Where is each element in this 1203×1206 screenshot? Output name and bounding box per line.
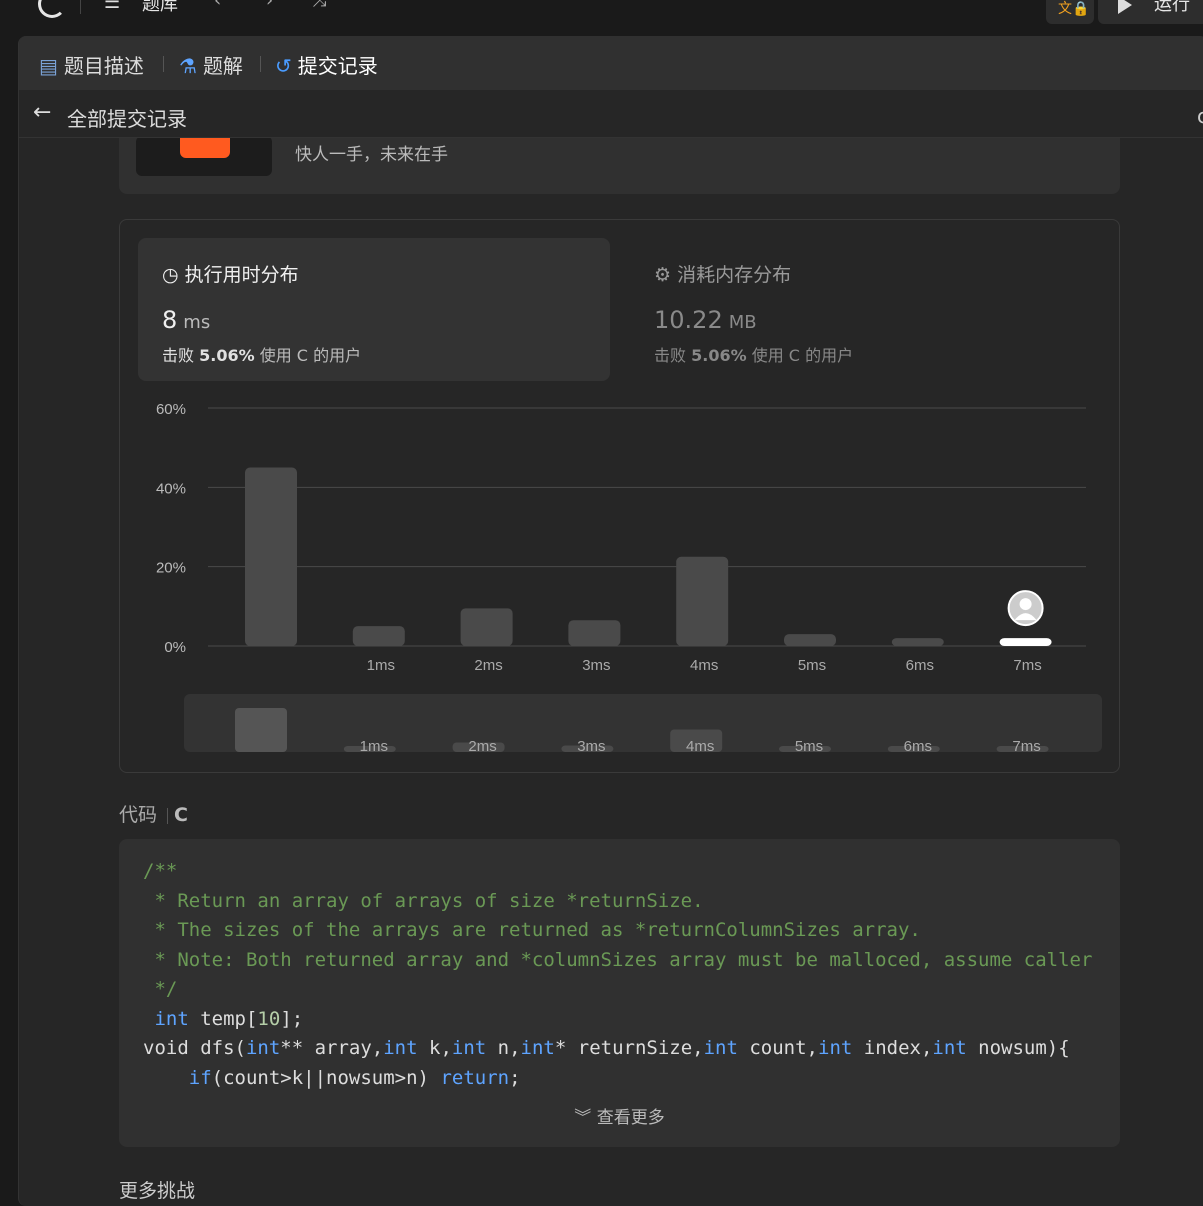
leetcode-logo-icon[interactable] — [38, 0, 66, 18]
overview-tick-label: 4ms — [686, 738, 714, 755]
bar — [568, 620, 621, 646]
tab-solutions-label: 题解 — [202, 54, 243, 78]
code-header-label: 代码 — [119, 804, 158, 826]
promo-slogan: 快人一手，未来在手 — [295, 145, 448, 165]
submissions-header: ← 全部提交记录 c — [19, 90, 1203, 138]
submission-panel: ▤题目描述 ⚗题解 ↺提交记录 ← 全部提交记录 c 快人一手，未来在手 ◷ 执… — [18, 36, 1203, 1206]
x-tick-label: 4ms — [690, 657, 718, 674]
chart-overview-strip — [184, 694, 1102, 752]
x-tick-label: 3ms — [582, 657, 610, 674]
run-button-label: 运行 — [1154, 0, 1190, 15]
show-more-button[interactable]: ︾ 查看更多 — [119, 1103, 1120, 1128]
play-icon — [1118, 0, 1132, 14]
runtime-distribution-chart: 0% 20% 40% 60% 1ms 2ms 3ms 4ms 5ms 6ms 7ms 1ms 2ms 3m… — [156, 401, 1102, 755]
tab-description-label: 题目描述 — [63, 54, 144, 78]
x-tick-label: 5ms — [798, 657, 826, 674]
tab-submissions[interactable]: ↺ 提交记录 — [275, 50, 378, 79]
promo-image — [136, 126, 272, 176]
document-icon: ▤ — [39, 54, 58, 78]
y-tick-label: 20% — [156, 560, 186, 577]
bar — [676, 556, 729, 646]
code-header: 代码 C — [119, 800, 188, 827]
tab-solutions[interactable]: ⚗ 题解 — [179, 50, 243, 79]
bar — [460, 608, 513, 646]
overview-tick-label: 7ms — [1012, 738, 1040, 755]
y-tick-label: 60% — [156, 401, 186, 418]
chevron-left-icon[interactable]: ‹ — [214, 0, 221, 11]
bar — [784, 634, 836, 646]
shuffle-icon[interactable]: ⤨ — [312, 0, 326, 11]
chevron-right-icon[interactable]: › — [266, 0, 273, 11]
avatar-head — [1019, 598, 1032, 611]
overview-tick-label: 1ms — [360, 738, 388, 755]
tab-divider — [163, 56, 164, 72]
code-language: C — [174, 804, 188, 826]
bar — [999, 638, 1052, 646]
bar — [245, 467, 297, 646]
tab-submissions-label: 提交记录 — [297, 54, 378, 78]
code-block: /** * Return an array of arrays of size … — [119, 839, 1120, 1147]
history-icon: ↺ — [275, 54, 292, 78]
x-tick-label: 2ms — [474, 657, 502, 674]
flask-icon: ⚗ — [179, 54, 197, 78]
more-challenges-title: 更多挑战 — [119, 1180, 196, 1202]
show-more-label: 查看更多 — [596, 1108, 665, 1128]
translate-lock-icon[interactable]: 文🔒 — [1046, 0, 1094, 24]
performance-stats: ◷ 执行用时分布 8 ms 击败 5.06% 使用 C 的用户 ⚙ 消耗内存分布 … — [119, 219, 1120, 773]
double-chevron-down-icon: ︾ — [574, 1108, 592, 1128]
bar — [891, 638, 944, 646]
problem-bank-link[interactable]: 题库 — [142, 0, 178, 16]
overview-tick-label: 6ms — [904, 738, 932, 755]
tab-bar: ▤ 题目描述 ⚗ 题解 ↺ 提交记录 — [19, 36, 1203, 90]
y-tick-label: 0% — [164, 639, 186, 656]
bar — [352, 626, 405, 646]
y-tick-label: 40% — [156, 480, 186, 497]
more-icon[interactable]: c — [1197, 104, 1203, 128]
run-button[interactable]: 运行 — [1098, 0, 1203, 24]
top-bar: ☰ 题库 ‹ › ⤨ 文🔒 运行 — [0, 0, 1203, 36]
overview-tick-label: 2ms — [468, 738, 496, 755]
x-tick-label: 1ms — [367, 657, 395, 674]
tab-divider — [260, 56, 261, 72]
overview-tick-label: 5ms — [795, 738, 823, 755]
all-submissions-title: 全部提交记录 — [67, 107, 187, 131]
list-icon: ☰ — [104, 0, 121, 13]
x-tick-label: 7ms — [1013, 657, 1041, 674]
code-content: /** * Return an array of arrays of size … — [143, 860, 1093, 1089]
tab-description[interactable]: ▤ 题目描述 — [39, 50, 144, 79]
x-tick-label: 6ms — [906, 657, 934, 674]
divider — [80, 0, 81, 14]
overview-tick-label: 3ms — [577, 738, 605, 755]
overview-bar — [235, 708, 287, 752]
back-arrow-icon[interactable]: ← — [33, 100, 51, 125]
